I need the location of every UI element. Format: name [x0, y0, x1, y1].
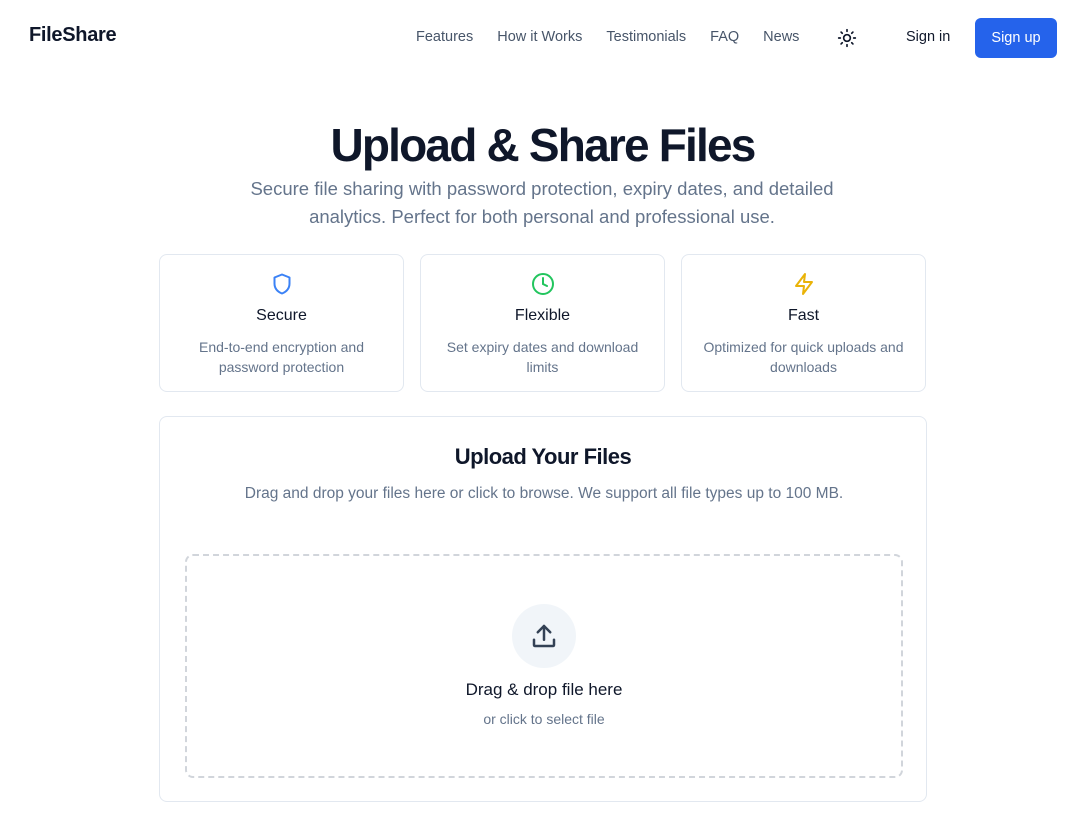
- feature-desc: Set expiry dates and download limits: [446, 339, 639, 375]
- feature-title: Secure: [256, 307, 307, 324]
- sign-up-button[interactable]: Sign up: [975, 18, 1057, 58]
- nav-link-faq[interactable]: FAQ: [710, 29, 739, 45]
- brand-logo[interactable]: FileShare: [29, 24, 117, 47]
- navbar: FileShare Features How it Works Testimon…: [0, 0, 1085, 76]
- hero-subtitle: Secure file sharing with password protec…: [250, 178, 834, 227]
- features-row: Secure End-to-end encryption and passwor…: [159, 254, 927, 392]
- sign-in-link[interactable]: Sign in: [906, 29, 950, 45]
- feature-desc: Optimized for quick uploads and download…: [703, 339, 904, 375]
- nav-link-how-it-works[interactable]: How it Works: [497, 29, 582, 45]
- feature-card-flexible: Flexible Set expiry dates and download l…: [420, 254, 665, 392]
- lightning-icon: [791, 271, 817, 297]
- shield-icon: [269, 271, 295, 297]
- feature-desc: End-to-end encryption and password prote…: [199, 339, 364, 375]
- nav-link-features[interactable]: Features: [416, 29, 473, 45]
- feature-title: Flexible: [514, 307, 571, 324]
- nav-link-testimonials[interactable]: Testimonials: [606, 29, 686, 45]
- file-dropzone[interactable]: Drag & drop file here or click to select…: [185, 554, 903, 778]
- upload-icon: [512, 604, 576, 668]
- upload-description: Drag and drop your files here or click t…: [244, 485, 844, 502]
- hero-title: Upload & Share Files: [330, 119, 756, 171]
- feature-card-fast: Fast Optimized for quick uploads and dow…: [681, 254, 926, 392]
- feature-card-secure: Secure End-to-end encryption and passwor…: [159, 254, 404, 392]
- nav-link-news[interactable]: News: [763, 29, 799, 45]
- dropzone-subtitle: or click to select file: [483, 711, 605, 727]
- sun-icon[interactable]: [835, 26, 859, 50]
- feature-title: Fast: [787, 307, 820, 324]
- upload-title: Upload Your Files: [454, 444, 632, 469]
- upload-card: Upload Your Files Drag and drop your fil…: [159, 416, 927, 802]
- dropzone-title: Drag & drop file here: [465, 680, 623, 699]
- nav-links: Features How it Works Testimonials FAQ N…: [416, 29, 823, 45]
- clock-icon: [530, 271, 556, 297]
